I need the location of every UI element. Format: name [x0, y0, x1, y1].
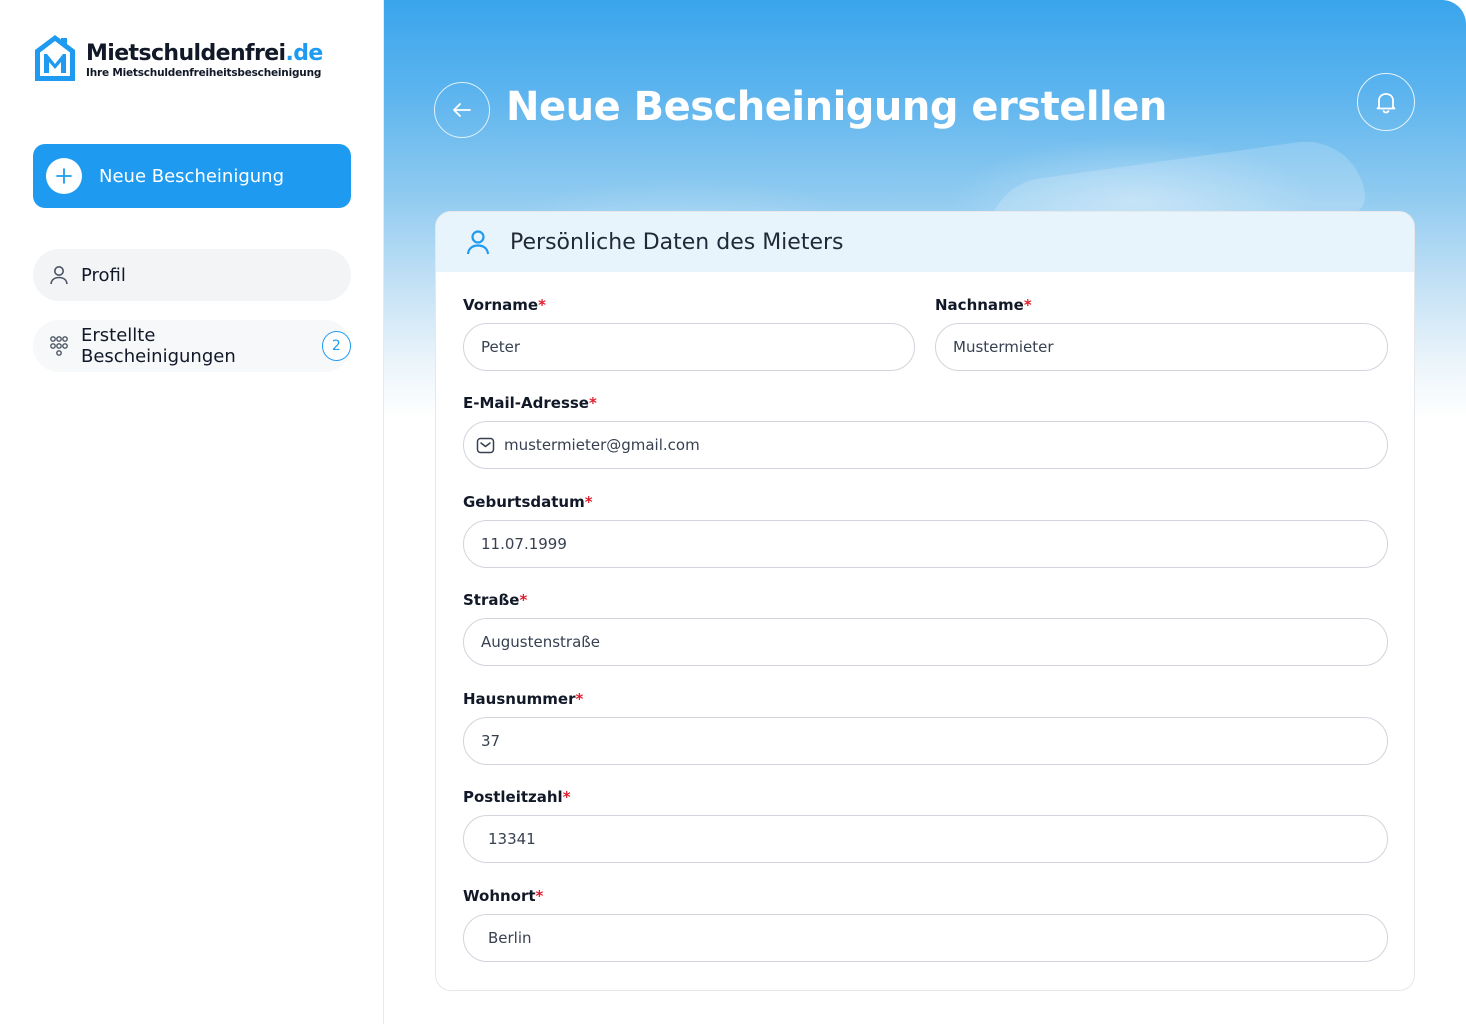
- postleitzahl-input[interactable]: 13341: [463, 815, 1388, 863]
- wohnort-label: Wohnort*: [463, 887, 544, 905]
- wohnort-value: Berlin: [488, 929, 532, 947]
- form-body: Vorname* Peter Nachname* Mustermieter E-…: [436, 272, 1414, 990]
- email-input[interactable]: mustermieter@gmail.com: [463, 421, 1388, 469]
- vorname-label: Vorname*: [463, 296, 546, 314]
- hausnummer-input[interactable]: 37: [463, 717, 1388, 765]
- plus-icon: [46, 158, 82, 194]
- nachname-input[interactable]: Mustermieter: [935, 323, 1388, 371]
- tenant-data-form-card: Persönliche Daten des Mieters Vorname* P…: [435, 211, 1415, 991]
- mail-icon: [476, 437, 495, 454]
- page-title: Neue Bescheinigung erstellen: [506, 84, 1167, 130]
- nachname-value: Mustermieter: [953, 338, 1054, 356]
- arrow-left-icon: [453, 103, 471, 117]
- brand-tld: .de: [285, 41, 324, 66]
- new-certificate-label: Neue Bescheinigung: [99, 165, 285, 187]
- email-value: mustermieter@gmail.com: [504, 436, 700, 454]
- bell-icon: [1376, 93, 1396, 114]
- sidebar-item-label: Profil: [81, 264, 126, 286]
- geburtsdatum-label: Geburtsdatum*: [463, 493, 593, 511]
- main-content: Neue Bescheinigung erstellen Persönliche…: [384, 0, 1466, 1024]
- count-badge: 2: [321, 331, 351, 361]
- strasse-value: Augustenstraße: [481, 633, 600, 651]
- sidebar: Mietschuldenfrei.de Ihre Mietschuldenfre…: [0, 0, 384, 1024]
- new-certificate-button[interactable]: Neue Bescheinigung: [33, 144, 351, 208]
- documents-icon: [47, 334, 71, 358]
- house-logo-icon: [35, 35, 75, 81]
- card-header: Persönliche Daten des Mieters: [436, 212, 1414, 272]
- brand-tagline: Ihre Mietschuldenfreiheitsbescheinigung: [86, 67, 322, 79]
- sidebar-item-profil[interactable]: Profil: [33, 249, 351, 301]
- vorname-value: Peter: [481, 338, 521, 356]
- sidebar-item-created-certificates[interactable]: Erstellte Bescheinigungen 2: [33, 320, 351, 372]
- user-icon: [466, 230, 490, 255]
- vorname-input[interactable]: Peter: [463, 323, 915, 371]
- hausnummer-label: Hausnummer*: [463, 690, 584, 708]
- back-button[interactable]: [434, 82, 490, 138]
- geburtsdatum-value: 11.07.1999: [481, 535, 567, 553]
- email-label: E-Mail-Adresse*: [463, 394, 597, 412]
- user-icon: [47, 263, 71, 287]
- wohnort-input[interactable]: Berlin: [463, 914, 1388, 962]
- strasse-label: Straße*: [463, 591, 528, 609]
- postleitzahl-value: 13341: [488, 830, 536, 848]
- brand-name: Mietschuldenfrei.de: [86, 41, 324, 66]
- nachname-label: Nachname*: [935, 296, 1032, 314]
- geburtsdatum-input[interactable]: 11.07.1999: [463, 520, 1388, 568]
- sidebar-item-label: Erstellte Bescheinigungen: [81, 325, 236, 367]
- brand-logo[interactable]: Mietschuldenfrei.de Ihre Mietschuldenfre…: [32, 32, 323, 84]
- hausnummer-value: 37: [481, 732, 501, 750]
- postleitzahl-label: Postleitzahl*: [463, 788, 571, 806]
- section-title: Persönliche Daten des Mieters: [510, 229, 844, 255]
- strasse-input[interactable]: Augustenstraße: [463, 618, 1388, 666]
- notifications-button[interactable]: [1357, 73, 1415, 131]
